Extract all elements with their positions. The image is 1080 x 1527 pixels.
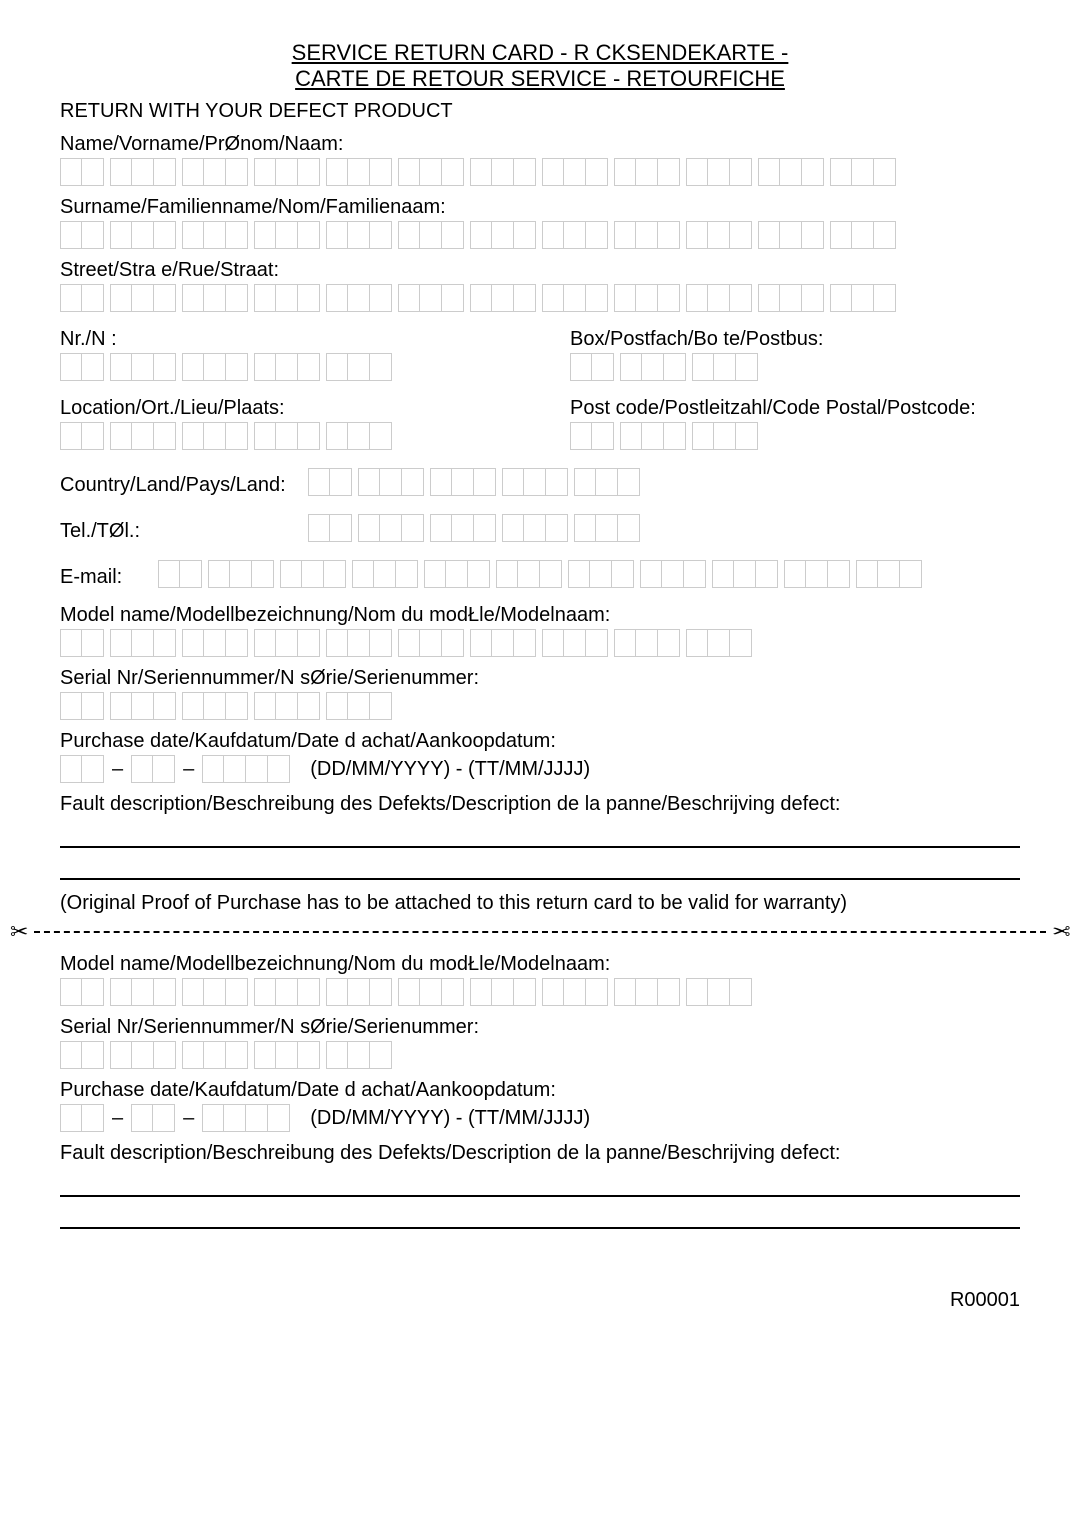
label-purchase-2: Purchase date/Kaufdatum/Date d achat/Aan… [60,1079,1020,1102]
input-nr[interactable] [60,353,510,381]
return-instruction: RETURN WITH YOUR DEFECT PRODUCT [60,100,1020,123]
input-tel[interactable] [308,514,640,542]
date-format-hint-2: (DD/MM/YYYY) - (TT/MM/JJJJ) [310,1107,590,1130]
scissor-icon: ✂ [10,921,28,943]
input-street[interactable] [60,284,1020,312]
input-postcode[interactable] [570,422,1020,450]
label-purchase-1: Purchase date/Kaufdatum/Date d achat/Aan… [60,730,1020,753]
label-box: Box/Postfach/Bo te/Postbus: [570,328,1020,351]
label-fault-2: Fault description/Beschreibung des Defek… [60,1142,1020,1165]
label-surname: Surname/Familienname/Nom/Familienaam: [60,196,1020,219]
input-purchase-date-1[interactable]: – – (DD/MM/YYYY) - (TT/MM/JJJJ) [60,755,1020,783]
scissor-icon: ✂ [1052,921,1070,943]
title-block: SERVICE RETURN CARD - R CKSENDEKARTE - C… [60,40,1020,92]
input-email[interactable] [158,560,922,588]
input-surname[interactable] [60,221,1020,249]
input-country[interactable] [308,468,640,496]
input-name[interactable] [60,158,1020,186]
input-box[interactable] [570,353,1020,381]
label-email: E-mail: [60,566,140,589]
dash-icon: – [112,1107,123,1130]
warranty-note: (Original Proof of Purchase has to be at… [60,892,1020,915]
label-tel: Tel./TØl.: [60,520,290,543]
input-serial-2[interactable] [60,1041,1020,1069]
dash-icon: – [112,758,123,781]
label-serial-1: Serial Nr/Seriennummer/N sØrie/Serienumm… [60,667,1020,690]
input-purchase-date-2[interactable]: – – (DD/MM/YYYY) - (TT/MM/JJJJ) [60,1104,1020,1132]
input-serial-1[interactable] [60,692,1020,720]
label-nr: Nr./N : [60,328,510,351]
label-model-1: Model name/Modellbezeichnung/Nom du modŁ… [60,604,1020,627]
label-name: Name/Vorname/PrØnom/Naam: [60,133,1020,156]
dash-icon: – [183,1107,194,1130]
title-line-2: CARTE DE RETOUR SERVICE - RETOURFICHE [295,66,785,91]
title-line-1: SERVICE RETURN CARD - R CKSENDEKARTE - [292,40,789,65]
label-model-2: Model name/Modellbezeichnung/Nom du modŁ… [60,953,1020,976]
input-model-2[interactable] [60,978,1020,1006]
dash-icon: – [183,758,194,781]
label-serial-2: Serial Nr/Seriennummer/N sØrie/Serienumm… [60,1016,1020,1039]
input-location[interactable] [60,422,510,450]
input-fault-2[interactable] [60,1173,1020,1229]
date-format-hint-1: (DD/MM/YYYY) - (TT/MM/JJJJ) [310,758,590,781]
label-country: Country/Land/Pays/Land: [60,474,290,497]
label-fault-1: Fault description/Beschreibung des Defek… [60,793,1020,816]
label-location: Location/Ort./Lieu/Plaats: [60,397,510,420]
input-fault-1[interactable] [60,824,1020,880]
label-postcode: Post code/Postleitzahl/Code Postal/Postc… [570,397,1020,420]
label-street: Street/Stra e/Rue/Straat: [60,259,1020,282]
document-id: R00001 [60,1289,1020,1312]
cut-line: ✂ ✂ [0,921,1080,943]
input-model-1[interactable] [60,629,1020,657]
